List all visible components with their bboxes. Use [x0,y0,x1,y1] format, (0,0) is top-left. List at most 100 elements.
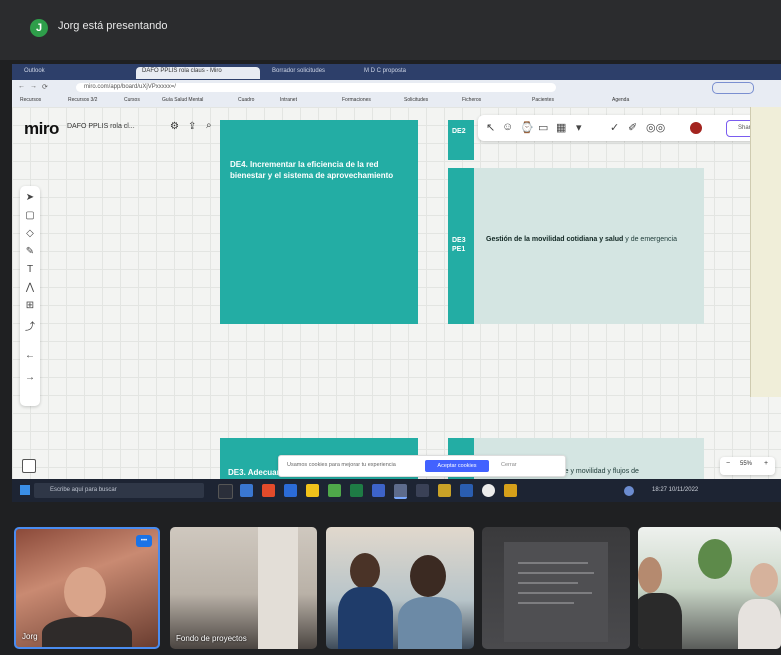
system-tray-clock[interactable]: 18:27 10/11/2022 [652,487,698,493]
board-name[interactable]: DAFO PPLIS rola cl... [67,123,135,130]
comment-icon[interactable]: ▭ [538,121,548,134]
url-input[interactable]: miro.com/app/board/uXjVPxxxxx=/ [76,83,556,92]
file-explorer-icon[interactable] [306,484,319,497]
presenter-avatar: J [30,19,48,37]
browser-tab-bar: Outlook DAFO PPLIS rola claus - Miro Bor… [12,64,781,80]
back-icon[interactable]: ← [18,83,25,90]
grid-icon[interactable]: ▦ [556,121,566,134]
windows-taskbar: Escribe aquí para buscar 18:27 10/11/202… [12,479,781,502]
app-icon[interactable] [504,484,517,497]
more-tools-icon[interactable]: ⤴ [24,318,36,333]
card-strip[interactable]: DE2 [448,120,474,160]
cookie-banner: Usamos cookies para mejorar tu experienc… [278,455,566,477]
bookmark[interactable]: Pacientes [532,97,554,103]
taskbar-search-input[interactable]: Escribe aquí para buscar [34,483,204,498]
word-icon[interactable] [372,484,385,497]
upload-icon[interactable]: ⇪ [188,121,196,132]
sticky-note-icon[interactable]: ▢ [24,210,36,221]
undo-icon[interactable]: ← [24,350,36,361]
bookmark[interactable]: Formaciones [342,97,371,103]
reactions-icon[interactable]: ☺ [502,121,513,133]
strategy-card[interactable]: DE4. Incrementar la eficiencia de la red… [220,120,418,324]
cookie-close-button[interactable]: Cerrar [501,462,517,468]
excel-icon[interactable] [350,484,363,497]
side-panel [750,107,781,397]
card-title: DE4. Incrementar la eficiencia de la red… [230,160,394,180]
bookmark[interactable]: Intranet [280,97,297,103]
sticky-notes-icon[interactable] [438,484,451,497]
participant-face [638,557,662,593]
description-card[interactable]: Gestión de la movilidad cotidiana y salu… [474,168,704,324]
shared-document-view [504,542,608,642]
bookmark[interactable]: Cursos [124,97,140,103]
browser-tab[interactable]: Borrador solicitudes [266,67,352,79]
bookmark[interactable]: Ficheros [462,97,481,103]
zoom-in-button[interactable]: + [764,460,768,467]
chevron-down-icon[interactable]: ▾ [576,121,582,134]
reload-icon[interactable]: ⟳ [42,83,48,91]
participant-tile[interactable] [638,527,781,649]
bookmark[interactable]: Recursos 3/2 [68,97,97,103]
app-icon[interactable] [482,484,495,497]
connector-icon[interactable]: ⋀ [24,282,36,293]
bookmark[interactable]: Agenda [612,97,629,103]
weather-icon[interactable] [624,486,634,496]
timer-icon[interactable]: ⌚ [520,121,534,134]
pen-icon[interactable]: ✎ [24,246,36,257]
bookmark[interactable]: Cuadro [238,97,254,103]
office-icon[interactable] [262,484,275,497]
room-door [258,527,298,649]
participant-tile[interactable]: Fondo de proyectos [170,527,317,649]
edge-icon[interactable] [240,484,253,497]
participant-face [350,553,380,589]
browser-tab[interactable]: M D C proposta [358,67,478,79]
bookmark[interactable]: Recursos [20,97,41,103]
cursor-icon[interactable]: ↖ [486,121,495,134]
app-icon[interactable] [460,484,473,497]
shapes-icon[interactable]: ◇ [24,228,36,239]
card-code: DE3 PE1 [452,237,466,254]
participant-body [638,593,682,649]
accept-cookies-button[interactable]: Aceptar cookies [425,460,489,472]
outlook-icon[interactable] [284,484,297,497]
bookmark[interactable]: Guía Salud Mental [162,97,203,103]
presenter-label: Jorg está presentando [58,20,168,32]
meet-top-bar: J Jorg está presentando [0,0,781,60]
card-code: DE2 [452,128,466,135]
participant-tile[interactable]: ••• Jorg [14,527,160,649]
card-strip[interactable]: DE3 PE1 [448,168,474,324]
frame-icon[interactable]: ⊞ [24,300,36,311]
marker-icon[interactable]: ✐ [628,121,637,134]
participant-tile[interactable] [326,527,474,649]
profile-button[interactable] [712,82,754,94]
text-icon[interactable]: T [24,264,36,275]
document-line [518,582,578,584]
collaborators-icon[interactable]: ◎◎ [646,121,665,134]
participant-body [338,587,393,649]
forward-icon[interactable]: → [30,83,37,90]
windows-start-icon[interactable] [20,485,30,495]
teams-icon[interactable] [416,484,429,497]
participant-tile[interactable] [482,527,630,649]
task-view-icon[interactable] [218,484,233,499]
settings-icon[interactable]: ⚙ [170,121,179,132]
bookmark[interactable]: Solicitudes [404,97,428,103]
miro-left-toolbar: ➤ ▢ ◇ ✎ T ⋀ ⊞ ⤴ ← → [20,186,40,406]
browser-tab[interactable]: Outlook [18,67,128,79]
more-options-icon[interactable]: ••• [136,535,152,547]
redo-icon[interactable]: → [24,372,36,383]
card-description: Gestión de la movilidad cotidiana y salu… [486,235,691,245]
browser-tab-active[interactable]: DAFO PPLIS rola claus - Miro [136,67,260,79]
zoom-out-button[interactable]: − [726,460,730,467]
chrome-icon[interactable] [328,484,341,497]
search-icon[interactable]: ⌕ [206,120,212,131]
user-avatar[interactable] [690,122,702,134]
select-icon[interactable]: ➤ [24,192,36,203]
document-line [518,592,592,594]
check-icon[interactable]: ✓ [610,121,619,134]
panel-toggle-icon[interactable] [22,459,36,473]
participant-name: Jorg [22,632,38,641]
miro-canvas[interactable]: miro DAFO PPLIS rola cl... ⚙ ⇪ ⌕ ➤ ▢ ◇ ✎… [12,107,781,479]
meet-icon[interactable] [394,484,407,499]
document-line [518,562,588,564]
